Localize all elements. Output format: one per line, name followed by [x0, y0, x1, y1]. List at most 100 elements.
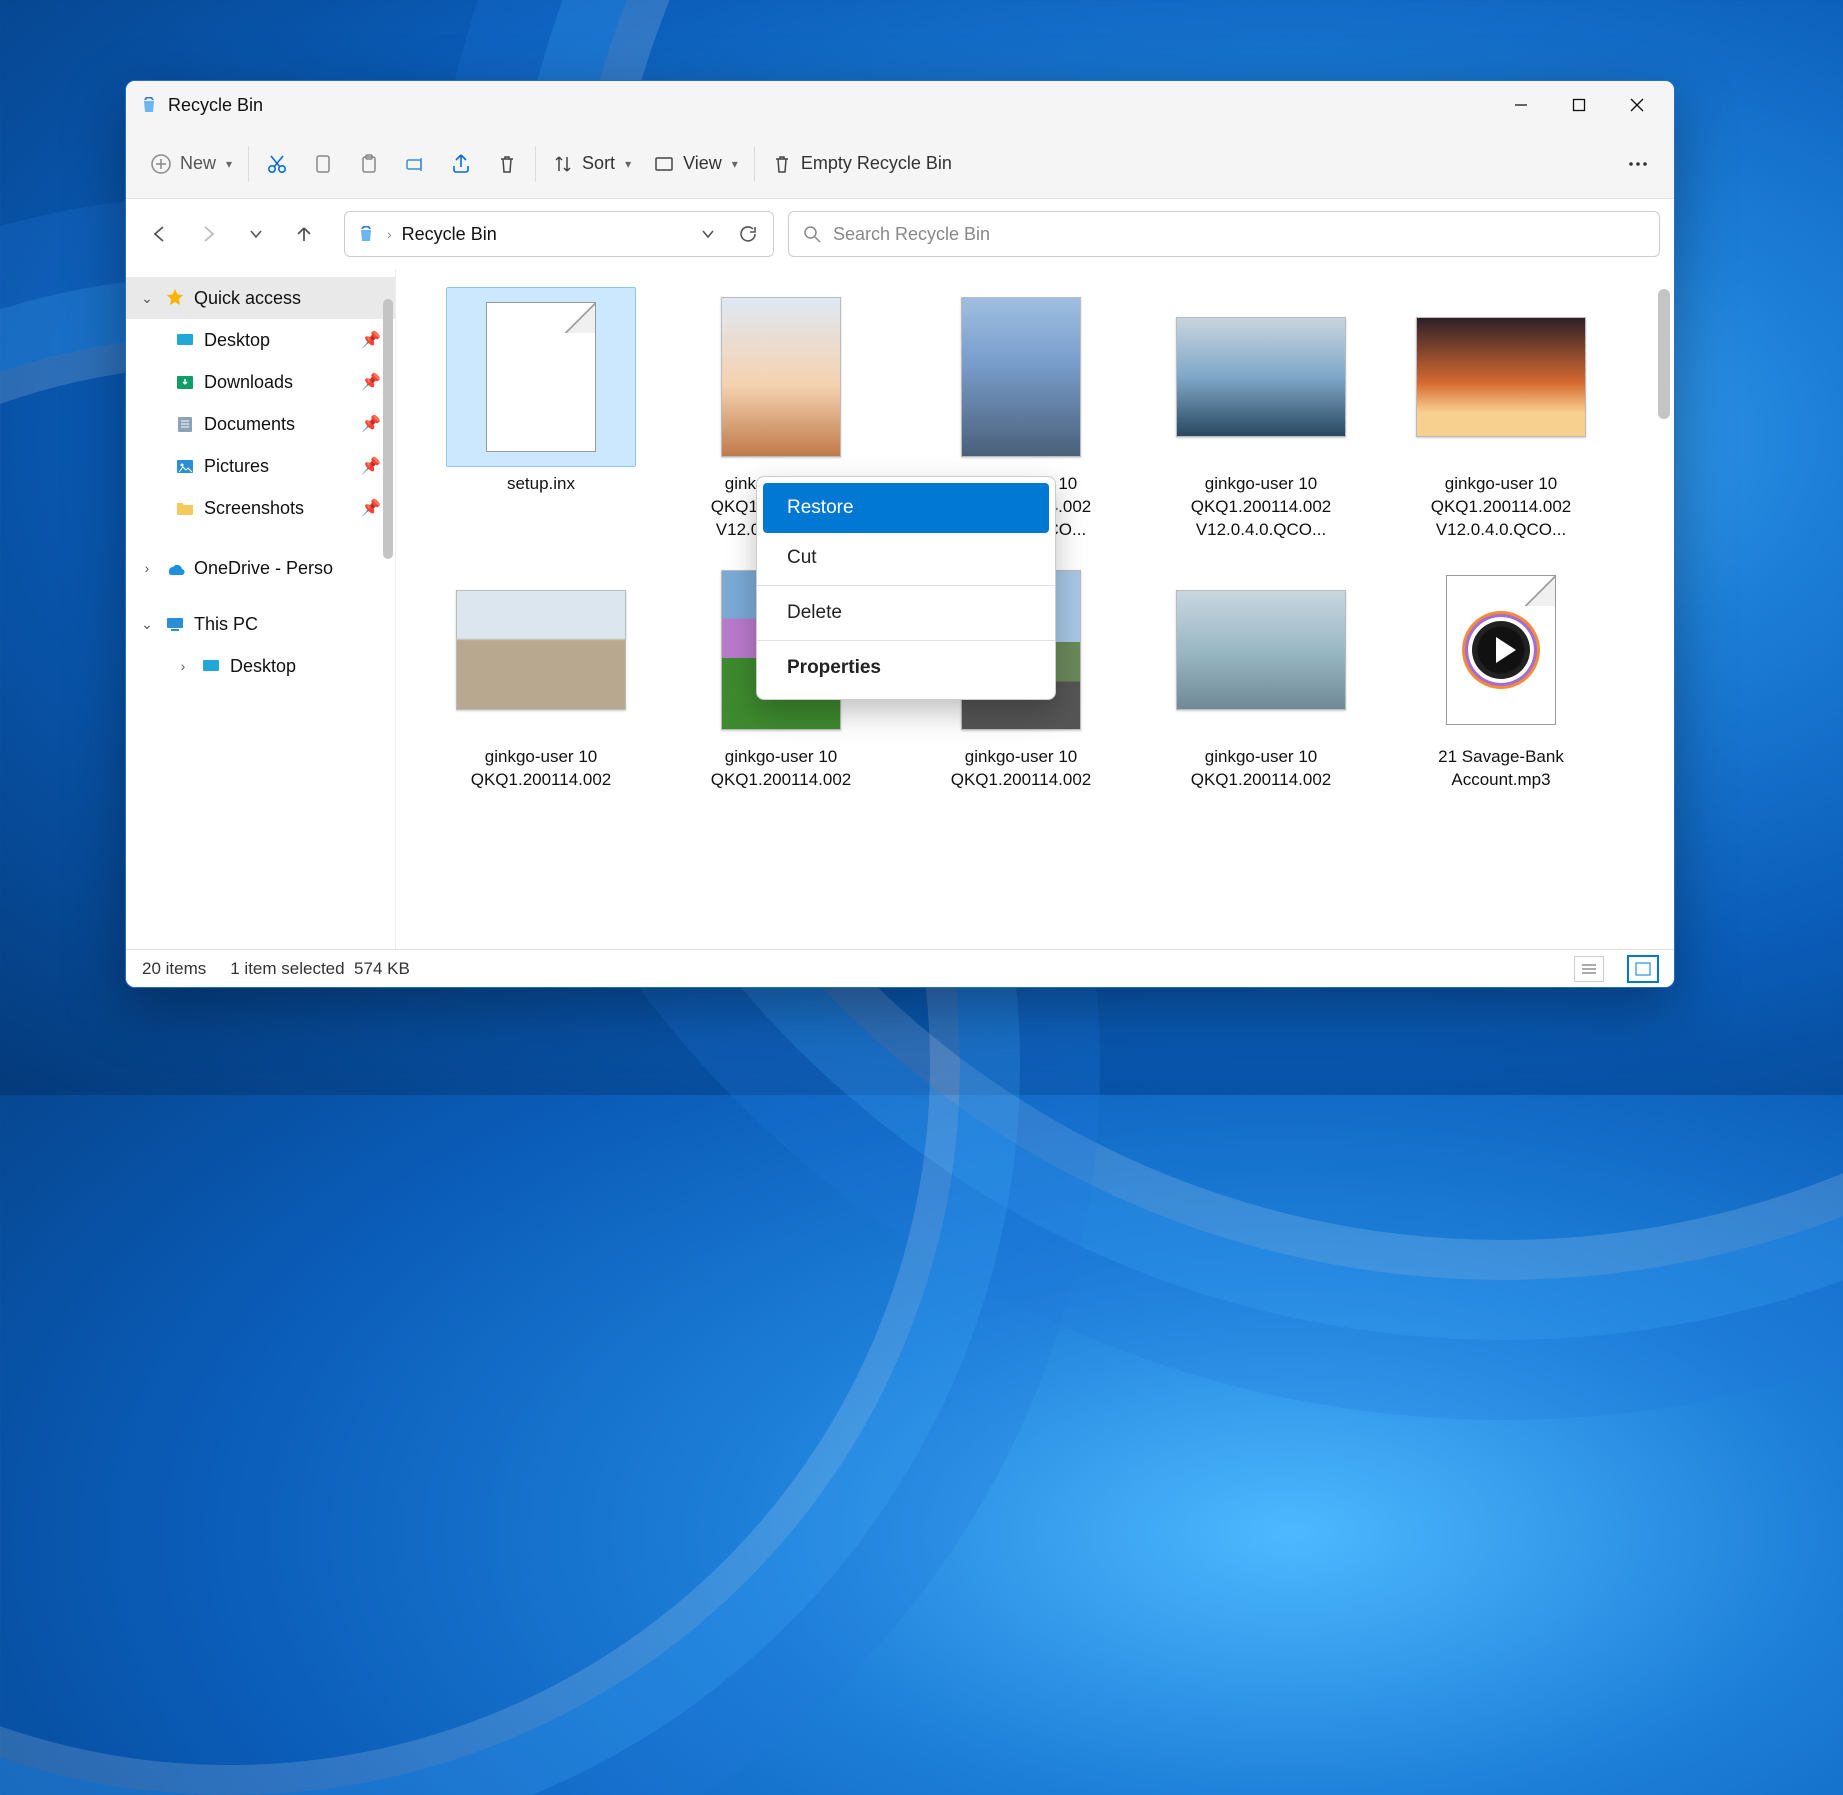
play-icon [1468, 617, 1534, 683]
status-bar: 20 items 1 item selected 574 KB [126, 949, 1674, 987]
toolbar-separator [248, 146, 249, 182]
context-menu-restore[interactable]: Restore [763, 483, 1049, 533]
recent-locations-button[interactable] [236, 214, 276, 254]
sidebar-item-pictures[interactable]: Pictures 📌 [126, 445, 395, 487]
search-input[interactable] [833, 224, 1645, 245]
pin-icon: 📌 [361, 456, 381, 476]
more-button[interactable] [1616, 142, 1660, 186]
refresh-button[interactable] [733, 219, 763, 249]
context-menu-separator [757, 640, 1055, 641]
sidebar-item-downloads[interactable]: Downloads 📌 [126, 361, 395, 403]
thumbnails-view-button[interactable] [1628, 956, 1658, 982]
image-thumbnail [961, 297, 1081, 457]
rename-icon [404, 153, 426, 175]
image-thumbnail [1176, 590, 1346, 710]
file-label: ginkgo-user 10 QKQ1.200114.002 [446, 746, 636, 792]
file-label: 21 Savage-Bank Account.mp3 [1406, 746, 1596, 792]
sidebar-item-label: Screenshots [204, 498, 304, 519]
details-view-button[interactable] [1574, 956, 1604, 982]
minimize-button[interactable] [1492, 85, 1550, 125]
address-dropdown-button[interactable] [693, 219, 723, 249]
context-menu-cut[interactable]: Cut [763, 533, 1049, 583]
share-icon [449, 152, 473, 176]
chevron-down-icon: ▾ [226, 157, 232, 171]
pin-icon: 📌 [361, 414, 381, 434]
sidebar-item-this-pc-desktop[interactable]: › Desktop [126, 645, 395, 687]
chevron-down-icon: ⌄ [138, 290, 156, 307]
pin-icon: 📌 [361, 330, 381, 350]
recycle-bin-icon [355, 223, 377, 245]
file-item[interactable]: ginkgo-user 10 QKQ1.200114.002 [1166, 560, 1356, 792]
sidebar-item-label: Quick access [194, 288, 301, 309]
sidebar-item-desktop[interactable]: Desktop 📌 [126, 319, 395, 361]
breadcrumb-separator: › [387, 226, 392, 242]
forward-button[interactable] [188, 214, 228, 254]
sort-button[interactable]: Sort ▾ [542, 142, 641, 186]
empty-label: Empty Recycle Bin [801, 153, 952, 174]
sidebar-item-label: Downloads [204, 372, 293, 393]
sidebar-item-this-pc[interactable]: ⌄ This PC [126, 603, 395, 645]
copy-button[interactable] [301, 142, 345, 186]
view-button[interactable]: View ▾ [643, 142, 748, 186]
audio-file-icon [1446, 575, 1556, 725]
back-button[interactable] [140, 214, 180, 254]
plus-circle-icon [150, 153, 172, 175]
context-menu-properties[interactable]: Properties [763, 643, 1049, 693]
status-item-count: 20 items [142, 959, 206, 979]
paste-button[interactable] [347, 142, 391, 186]
search-icon [803, 225, 821, 243]
rename-button[interactable] [393, 142, 437, 186]
file-item[interactable]: ginkgo-user 10 QKQ1.200114.002V12.0.4.0.… [1406, 287, 1596, 542]
content-scrollbar-thumb[interactable] [1658, 289, 1670, 419]
nav-arrows [140, 214, 330, 254]
empty-recycle-bin-button[interactable]: Empty Recycle Bin [761, 142, 962, 186]
documents-icon [174, 413, 196, 435]
cut-button[interactable] [255, 142, 299, 186]
delete-button[interactable] [485, 142, 529, 186]
scissors-icon [265, 152, 289, 176]
toolbar-separator [754, 146, 755, 182]
trash-icon [496, 153, 518, 175]
sidebar-item-quick-access[interactable]: ⌄ Quick access [126, 277, 395, 319]
image-thumbnail [1176, 317, 1346, 437]
toolbar-separator [535, 146, 536, 182]
sidebar-item-label: Documents [204, 414, 295, 435]
navigation-pane[interactable]: ⌄ Quick access Desktop 📌 Downloads 📌 Doc… [126, 269, 396, 949]
status-size: 574 KB [354, 959, 410, 978]
file-item[interactable]: setup.inx [446, 287, 636, 542]
sidebar-item-onedrive[interactable]: › OneDrive - Perso [126, 547, 395, 589]
context-menu-delete[interactable]: Delete [763, 588, 1049, 638]
search-box[interactable] [788, 211, 1660, 257]
sidebar-scrollbar-thumb[interactable] [383, 299, 393, 559]
sort-icon [552, 153, 574, 175]
desktop-icon [174, 329, 196, 351]
pin-icon: 📌 [361, 372, 381, 392]
recycle-bin-icon [140, 96, 158, 114]
up-button[interactable] [284, 214, 324, 254]
file-item[interactable]: ginkgo-user 10 QKQ1.200114.002 [446, 560, 636, 792]
view-icon [653, 153, 675, 175]
file-label: setup.inx [507, 473, 575, 496]
new-button[interactable]: New ▾ [140, 142, 242, 186]
maximize-button[interactable] [1550, 85, 1608, 125]
this-pc-icon [164, 613, 186, 635]
sidebar-item-documents[interactable]: Documents 📌 [126, 403, 395, 445]
pin-icon: 📌 [361, 498, 381, 518]
trash-icon [771, 153, 793, 175]
address-bar[interactable]: › Recycle Bin [344, 211, 774, 257]
close-button[interactable] [1608, 85, 1666, 125]
share-button[interactable] [439, 142, 483, 186]
file-item[interactable]: ginkgo-user 10 QKQ1.200114.002V12.0.4.0.… [1166, 287, 1356, 542]
sidebar-item-label: Desktop [204, 330, 270, 351]
chevron-right-icon: › [138, 560, 156, 576]
file-item[interactable]: 21 Savage-Bank Account.mp3 [1406, 560, 1596, 792]
file-explorer-window: Recycle Bin New ▾ Sort ▾ View ▾ [125, 80, 1675, 988]
downloads-icon [174, 371, 196, 393]
file-label: ginkgo-user 10 QKQ1.200114.002 [686, 746, 876, 792]
star-icon [164, 287, 186, 309]
sidebar-item-label: OneDrive - Perso [194, 558, 333, 579]
breadcrumb[interactable]: Recycle Bin [402, 224, 497, 245]
sidebar-item-screenshots[interactable]: Screenshots 📌 [126, 487, 395, 529]
navigation-row: › Recycle Bin [126, 199, 1674, 269]
titlebar[interactable]: Recycle Bin [126, 81, 1674, 129]
